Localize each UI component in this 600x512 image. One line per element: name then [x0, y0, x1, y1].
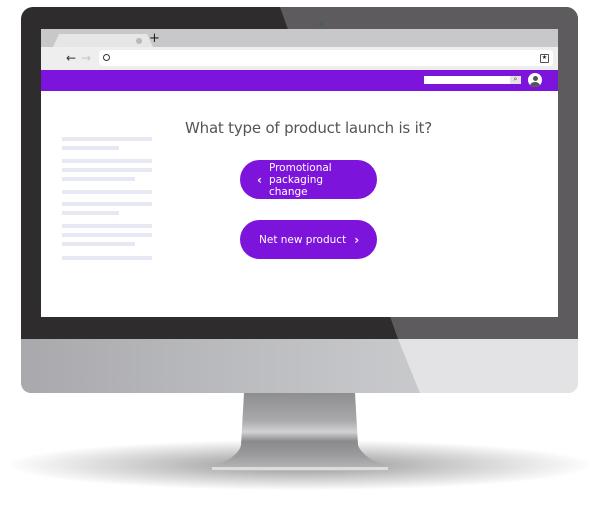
chevron-right-icon: › [354, 232, 360, 247]
site-search-input[interactable] [424, 76, 510, 84]
new-tab-button[interactable]: + [149, 32, 160, 45]
search-icon[interactable]: ⌕ [510, 76, 521, 84]
placeholder-line [62, 159, 152, 163]
tab-close-icon[interactable] [136, 38, 142, 44]
promotional-packaging-change-button[interactable]: ‹ Promotional packaging change [240, 160, 377, 199]
placeholder-line [62, 224, 152, 228]
avatar-head [532, 75, 538, 81]
placeholder-line [62, 202, 152, 206]
chevron-left-icon: ‹ [257, 172, 262, 187]
bookmark-star-icon[interactable]: ★ [540, 54, 549, 63]
net-new-product-button[interactable]: Net new product › [240, 220, 377, 259]
monitor-screen: + ← → ★ ⌕ What type of product launch is [41, 29, 558, 317]
placeholder-line [62, 177, 135, 181]
camera-icon [319, 22, 323, 26]
chin-reflection [398, 339, 578, 393]
placeholder-line [62, 146, 119, 150]
forward-arrow-icon[interactable]: → [81, 51, 91, 65]
back-arrow-icon[interactable]: ← [66, 51, 76, 65]
browser-tab-bar: + [41, 29, 558, 47]
choice-label: Net new product [259, 233, 347, 246]
placeholder-line [62, 256, 152, 260]
avatar-body [530, 81, 540, 87]
placeholder-line [62, 168, 152, 172]
placeholder-line [62, 242, 135, 246]
reload-icon[interactable] [103, 54, 110, 61]
choice-label: Promotional packaging change [268, 161, 332, 198]
placeholder-line [62, 233, 152, 237]
question-heading: What type of product launch is it? [185, 119, 432, 137]
user-avatar-icon[interactable] [528, 73, 542, 87]
placeholder-line [62, 211, 119, 215]
browser-toolbar: ← → ★ [41, 47, 558, 70]
monitor-chin [21, 339, 578, 393]
placeholder-line [62, 137, 152, 141]
site-header: ⌕ [41, 70, 558, 91]
address-bar[interactable]: ★ [99, 50, 553, 66]
placeholder-line [62, 190, 152, 194]
